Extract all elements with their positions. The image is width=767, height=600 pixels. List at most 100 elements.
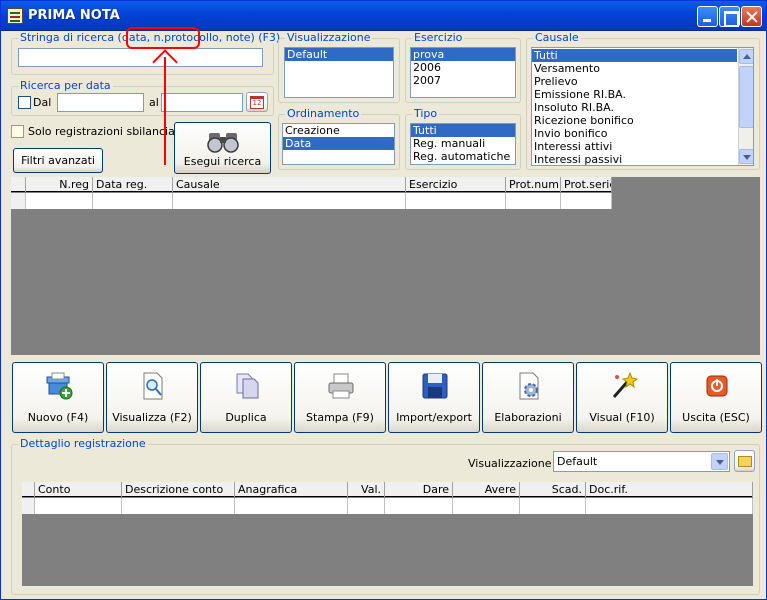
exit-button[interactable]: Uscita (ESC) [670,362,762,433]
date-from-checkbox[interactable] [18,96,31,109]
duplicate-button[interactable]: Duplica [200,362,292,433]
prima-nota-window: PRIMA NOTA Stringa di ricerca (data, n.p… [0,0,767,600]
run-search-label: Esegui ricerca [183,155,262,168]
esercizio-item[interactable]: prova [411,48,515,61]
tipo-list[interactable]: Tutti Reg. manuali Reg. automatiche [410,123,516,165]
causale-item[interactable]: Invio bonifico [532,127,753,140]
window-title: PRIMA NOTA [28,8,120,23]
scroll-up-icon[interactable] [739,49,753,64]
causale-item[interactable]: Emissione RI.BA. [532,88,753,101]
visual-button[interactable]: Visual (F10) [576,362,668,433]
magic-wand-icon [612,371,638,398]
detail-view-select[interactable]: Default [553,451,730,472]
ordinamento-item[interactable]: Data [283,137,394,150]
table-cell [586,498,753,514]
column-header[interactable]: Scad. [520,482,586,497]
ordinamento-list[interactable]: Creazione Data [282,123,395,165]
tipo-item[interactable]: Tutti [411,124,515,137]
run-search-button[interactable]: Esegui ricerca [174,122,271,174]
date-to-input[interactable] [161,93,243,112]
table-row[interactable] [22,498,753,514]
print-button[interactable]: Stampa (F9) [294,362,386,433]
column-header[interactable]: Prot.num [506,177,561,192]
chevron-down-icon[interactable] [711,453,728,470]
esercizio-list[interactable]: prova 2006 2007 [410,47,516,98]
view-button-label: Visualizza (F2) [112,411,192,424]
exit-button-label: Uscita (ESC) [682,411,750,424]
processing-button-label: Elaborazioni [494,411,562,424]
esercizio-item[interactable]: 2006 [411,61,515,74]
process-gear-icon [519,372,539,400]
causale-item[interactable]: Insoluto RI.BA. [532,101,753,114]
new-document-icon [46,372,73,400]
causale-legend: Causale [533,31,581,44]
detail-view-value: Default [557,455,598,468]
folder-icon [738,456,752,467]
registrations-grid[interactable]: N.reg Data reg. Causale Esercizio Prot.n… [11,177,760,355]
advanced-filters-button[interactable]: Filtri avanzati [13,148,103,173]
causale-item[interactable]: Interessi passivi [532,153,753,165]
app-icon [7,8,23,24]
date-from-input[interactable] [57,93,144,112]
causale-list[interactable]: Tutti Versamento Prelievo Emissione RI.B… [531,47,754,166]
grid-header: N.reg Data reg. Causale Esercizio Prot.n… [11,177,612,192]
column-header[interactable]: Val. [348,482,385,497]
tipo-legend: Tipo [412,107,440,120]
search-input[interactable] [18,48,263,67]
unbalanced-checkbox[interactable] [11,125,24,138]
causale-item[interactable]: Tutti [532,49,737,62]
exit-icon [706,375,728,397]
annotation-highlight-box [126,27,200,49]
table-cell [35,498,122,514]
column-header[interactable]: Data reg. [93,177,173,192]
column-header[interactable]: Causale [173,177,406,192]
causale-item[interactable]: Prelievo [532,75,753,88]
processing-button[interactable]: Elaborazioni [482,362,574,433]
table-cell [235,498,348,514]
date-search-legend: Ricerca per data [18,79,113,92]
ordinamento-item[interactable]: Creazione [283,124,394,137]
visualizzazione-list[interactable]: Default [284,47,394,98]
column-header[interactable]: Anagrafica [235,482,348,497]
duplicate-button-label: Duplica [225,411,267,424]
causale-item[interactable]: Versamento [532,62,753,75]
open-folder-button[interactable] [734,450,755,472]
row-selector-header [11,177,26,192]
row-selector-header [22,482,35,497]
import-export-button[interactable]: Import/export [388,362,480,433]
tipo-item[interactable]: Reg. manuali [411,137,515,150]
causale-scrollbar[interactable] [738,48,753,165]
table-cell [406,193,506,209]
new-button[interactable]: Nuovo (F4) [12,362,104,433]
causale-item[interactable]: Ricezione bonifico [532,114,753,127]
column-header[interactable]: Prot.serie [561,177,612,192]
column-header[interactable]: Dare [385,482,453,497]
title-bar[interactable]: PRIMA NOTA [1,1,766,31]
view-button[interactable]: Visualizza (F2) [106,362,198,433]
table-row[interactable] [11,193,612,209]
causale-item[interactable]: Interessi attivi [532,140,753,153]
calendar-button[interactable]: 12 [246,92,268,112]
date-from-label: Dal [33,96,52,109]
column-header[interactable]: Esercizio [406,177,506,192]
table-cell [348,498,385,514]
table-cell [93,193,173,209]
row-selector [11,193,26,209]
column-header[interactable]: Avere [453,482,520,497]
scroll-down-icon[interactable] [739,149,753,164]
esercizio-item[interactable]: 2007 [411,74,515,87]
column-header[interactable]: Doc.rif. [586,482,753,497]
column-header[interactable]: Conto [35,482,122,497]
tipo-item[interactable]: Reg. automatiche [411,150,515,163]
detail-grid[interactable]: Conto Descrizione conto Anagrafica Val. … [22,482,753,586]
visualizzazione-item[interactable]: Default [285,48,393,61]
maximize-button[interactable] [719,6,740,27]
scroll-thumb[interactable] [739,66,753,128]
column-header[interactable]: Descrizione conto [122,482,235,497]
close-button[interactable] [741,6,762,27]
visualizzazione-legend: Visualizzazione [285,31,373,44]
duplicate-icon [236,373,259,399]
column-header[interactable]: N.reg [26,177,93,192]
table-cell [453,498,520,514]
minimize-button[interactable] [697,6,718,27]
